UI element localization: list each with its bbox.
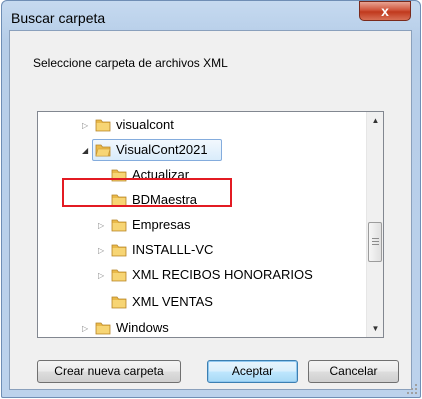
dialog-title: Buscar carpeta <box>11 10 106 26</box>
tree-item-label: XML VENTAS <box>132 294 213 309</box>
tree-item-visualcont[interactable]: ▷ visualcont <box>38 115 366 135</box>
scrollbar-thumb[interactable] <box>368 222 382 262</box>
expand-arrow-icon[interactable]: ▷ <box>98 246 107 255</box>
expand-arrow-icon[interactable]: ▷ <box>98 271 107 280</box>
tree-item-xml-recibos-honorarios[interactable]: ▷ XML RECIBOS HONORARIOS <box>38 265 366 285</box>
tree-item-xml-ventas[interactable]: XML VENTAS <box>38 292 366 312</box>
folder-icon <box>95 119 111 132</box>
dialog-prompt: Seleccione carpeta de archivos XML <box>33 56 228 70</box>
folder-icon <box>111 219 127 232</box>
resize-grip-icon[interactable] <box>407 384 417 394</box>
tree-item-label: Empresas <box>132 217 191 232</box>
folder-tree[interactable]: ▷ visualcont ◢ VisualCont2021 Actualizar… <box>37 111 384 338</box>
collapse-arrow-icon[interactable]: ◢ <box>82 146 91 155</box>
grip-line <box>372 238 379 239</box>
expand-arrow-icon[interactable]: ▷ <box>98 221 107 230</box>
tree-scrollbar[interactable]: ▲ ▼ <box>366 112 383 337</box>
cancel-button[interactable]: Cancelar <box>308 360 399 383</box>
folder-icon <box>111 269 127 282</box>
tree-item-label: INSTALLL-VC <box>132 242 214 257</box>
folder-icon <box>111 244 127 257</box>
close-icon: x <box>381 3 389 19</box>
grip-line <box>372 241 379 242</box>
tree-item-label: VisualCont2021 <box>116 142 208 157</box>
folder-open-icon <box>95 144 111 157</box>
tree-item-empresas[interactable]: ▷ Empresas <box>38 215 366 235</box>
tree-item-installl-vc[interactable]: ▷ INSTALLL-VC <box>38 240 366 260</box>
annotation-highlight-box <box>62 178 232 207</box>
folder-icon <box>111 296 127 309</box>
tree-item-label: visualcont <box>116 117 174 132</box>
tree-item-label: Windows <box>116 320 169 335</box>
expand-arrow-icon[interactable]: ▷ <box>82 324 91 333</box>
close-button[interactable]: x <box>359 1 411 21</box>
tree-item-visualcont2021[interactable]: ◢ VisualCont2021 <box>38 140 366 160</box>
folder-browser-dialog: Buscar carpeta x Seleccione carpeta de a… <box>1 0 421 398</box>
scroll-up-arrow-icon[interactable]: ▲ <box>367 112 383 129</box>
accept-button[interactable]: Aceptar <box>207 360 298 383</box>
expand-arrow-icon[interactable]: ▷ <box>82 121 91 130</box>
tree-item-label: XML RECIBOS HONORARIOS <box>132 267 313 282</box>
grip-line <box>372 244 379 245</box>
scroll-down-arrow-icon[interactable]: ▼ <box>367 320 383 337</box>
tree-item-windows[interactable]: ▷ Windows <box>38 318 366 337</box>
folder-icon <box>95 322 111 335</box>
new-folder-button[interactable]: Crear nueva carpeta <box>37 360 181 383</box>
